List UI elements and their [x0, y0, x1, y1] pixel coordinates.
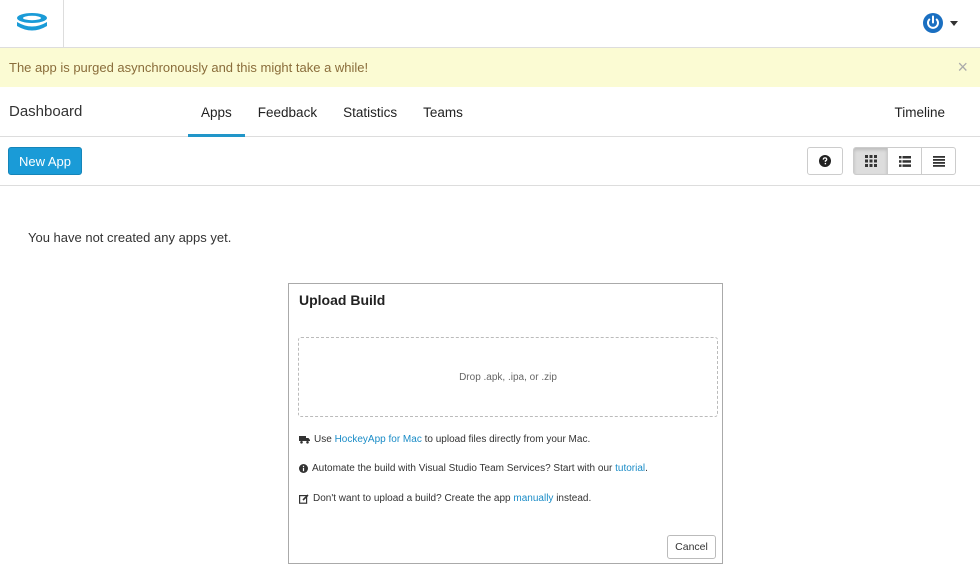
grid-view-button[interactable] — [853, 147, 888, 175]
info-line-vsts: Automate the build with Visual Studio Te… — [299, 463, 648, 474]
info-text: instead. — [553, 493, 592, 504]
info-text: Automate the build with Visual Studio Te… — [312, 463, 616, 474]
alert-banner: The app is purged asynchronously and thi… — [0, 48, 980, 87]
chevron-down-icon — [950, 20, 958, 26]
info-text: Use — [314, 434, 335, 445]
edit-icon — [299, 493, 309, 504]
info-line-mac: Use HockeyApp for Mac to upload files di… — [299, 434, 590, 445]
new-app-button[interactable]: New App — [8, 147, 82, 175]
info-circle-icon — [299, 464, 308, 473]
alert-message: The app is purged asynchronously and thi… — [9, 60, 369, 75]
dropzone-text: Drop .apk, .ipa, or .zip — [459, 371, 557, 383]
tab-feedback[interactable]: Feedback — [245, 87, 330, 137]
cancel-button[interactable]: Cancel — [667, 535, 716, 559]
info-text: . — [645, 463, 648, 474]
empty-state-message: You have not created any apps yet. — [28, 230, 232, 245]
grid-view-icon — [864, 155, 877, 167]
truck-icon — [299, 436, 310, 444]
compact-list-icon — [932, 155, 945, 167]
manually-link[interactable]: manually — [513, 493, 553, 504]
view-toggle-group — [853, 147, 956, 175]
dialog-title: Upload Build — [299, 292, 386, 308]
hockeyapp-logo-icon — [16, 12, 47, 30]
page-title: Dashboard — [9, 103, 83, 120]
close-icon[interactable]: × — [957, 57, 968, 77]
tab-teams[interactable]: Teams — [410, 87, 476, 137]
sub-navigation: Dashboard Apps Feedback Statistics Teams… — [0, 87, 980, 137]
power-icon — [923, 13, 943, 33]
tab-bar: Apps Feedback Statistics Teams — [188, 87, 476, 137]
upload-build-dialog: Upload Build Drop .apk, .ipa, or .zip Us… — [288, 283, 723, 564]
info-text: to upload files directly from your Mac. — [421, 434, 591, 445]
tab-apps[interactable]: Apps — [188, 87, 245, 137]
logo-link[interactable] — [0, 0, 64, 47]
tutorial-link[interactable]: tutorial — [615, 463, 645, 474]
list-view-button[interactable] — [887, 147, 922, 175]
hockeyapp-for-mac-link[interactable]: HockeyApp for Mac — [335, 434, 422, 445]
help-button[interactable] — [807, 147, 843, 175]
file-dropzone[interactable]: Drop .apk, .ipa, or .zip — [298, 337, 718, 417]
question-circle-icon — [819, 155, 831, 167]
user-menu[interactable] — [922, 10, 958, 36]
info-text: Don't want to upload a build? Create the… — [313, 493, 514, 504]
list-view-icon — [898, 155, 911, 167]
timeline-link[interactable]: Timeline — [894, 105, 945, 120]
tab-statistics[interactable]: Statistics — [330, 87, 410, 137]
info-line-manual: Don't want to upload a build? Create the… — [299, 493, 591, 504]
top-bar — [0, 0, 980, 48]
toolbar: New App — [0, 137, 980, 186]
compact-list-button[interactable] — [921, 147, 956, 175]
